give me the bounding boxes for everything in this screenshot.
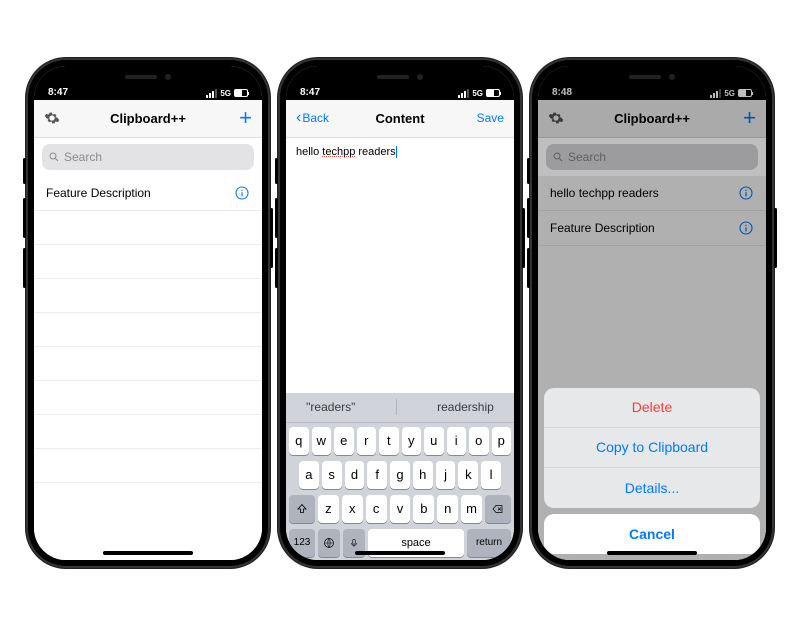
content-textarea[interactable]: hello techpp readers [286,138,514,393]
mic-icon [349,537,359,549]
network-label: 5G [220,89,231,98]
battery-icon [234,89,248,97]
key-row: asdfghjkl [289,461,511,489]
plus-icon: + [239,107,252,129]
key-y[interactable]: y [402,427,422,455]
key-i[interactable]: i [447,427,467,455]
key-c[interactable]: c [366,495,387,523]
key-q[interactable]: q [289,427,309,455]
return-key[interactable]: return [467,529,511,557]
shift-key[interactable] [289,495,315,523]
clip-list: Feature Description [34,176,262,560]
network-label: 5G [472,89,483,98]
search-icon [48,151,60,163]
key-a[interactable]: a [299,461,319,489]
key-p[interactable]: p [492,427,512,455]
action-sheet-overlay[interactable]: Delete Copy to Clipboard Details... Canc… [538,66,766,560]
home-indicator[interactable] [355,551,445,555]
status-time: 8:47 [48,87,68,98]
key-z[interactable]: z [318,495,339,523]
key-row: qwertyuiop [289,427,511,455]
nav-title: Clipboard++ [110,111,186,126]
add-button[interactable]: + [210,107,252,129]
nav-bar: ‹ Back Content Save [286,100,514,138]
key-e[interactable]: e [334,427,354,455]
save-button[interactable]: Save [462,111,504,125]
search-placeholder: Search [64,150,102,164]
signal-icon [206,89,217,98]
list-item-label: Feature Description [46,186,151,200]
home-indicator[interactable] [607,551,697,555]
phone-1: 8:47 5G Clipboard++ + Search Feature Des… [26,58,270,568]
action-sheet: Delete Copy to Clipboard Details... [544,388,760,508]
key-n[interactable]: n [437,495,458,523]
key-m[interactable]: m [461,495,482,523]
phone-2: 8:47 5G ‹ Back Content Save hello techpp… [278,58,522,568]
suggestion[interactable]: readership [437,400,494,414]
save-label: Save [477,111,504,125]
key-row: zxcvbnm [289,495,511,523]
notch [346,66,454,88]
phone-3: 8:48 5G Clipboard++ + Search hello techp… [530,58,774,568]
key-w[interactable]: w [312,427,332,455]
signal-icon [458,89,469,98]
key-g[interactable]: g [390,461,410,489]
key-o[interactable]: o [469,427,489,455]
numbers-key[interactable]: 123 [289,529,315,557]
chevron-left-icon: ‹ [296,109,301,127]
copy-button[interactable]: Copy to Clipboard [544,428,760,468]
key-h[interactable]: h [413,461,433,489]
key-r[interactable]: r [357,427,377,455]
key-f[interactable]: f [367,461,387,489]
cancel-sheet: Cancel [544,514,760,554]
key-k[interactable]: k [458,461,478,489]
back-button[interactable]: ‹ Back [296,109,338,127]
info-icon[interactable] [234,185,250,201]
suggestion[interactable]: "readers" [306,400,355,414]
keyboard: "readers" readership qwertyuiop asdfghjk… [286,393,514,560]
gear-icon [44,110,60,126]
key-d[interactable]: d [345,461,365,489]
list-item[interactable]: Feature Description [34,176,262,211]
status-time: 8:47 [300,87,320,98]
key-t[interactable]: t [379,427,399,455]
search-input[interactable]: Search [42,144,254,170]
key-j[interactable]: j [436,461,456,489]
shift-icon [296,503,308,515]
notch [598,66,706,88]
home-indicator[interactable] [103,551,193,555]
key-u[interactable]: u [424,427,444,455]
nav-bar: Clipboard++ + [34,100,262,138]
cancel-button[interactable]: Cancel [544,514,760,554]
globe-key[interactable] [318,529,340,557]
key-l[interactable]: l [481,461,501,489]
key-v[interactable]: v [390,495,411,523]
back-label: Back [302,111,329,125]
nav-title: Content [375,111,424,126]
text-cursor [396,146,397,158]
key-x[interactable]: x [342,495,363,523]
settings-button[interactable] [44,110,86,126]
key-b[interactable]: b [413,495,434,523]
details-button[interactable]: Details... [544,468,760,508]
delete-button[interactable]: Delete [544,388,760,428]
notch [94,66,202,88]
battery-icon [486,89,500,97]
globe-icon [323,537,335,549]
backspace-key[interactable] [485,495,511,523]
backspace-icon [491,503,505,515]
key-s[interactable]: s [322,461,342,489]
